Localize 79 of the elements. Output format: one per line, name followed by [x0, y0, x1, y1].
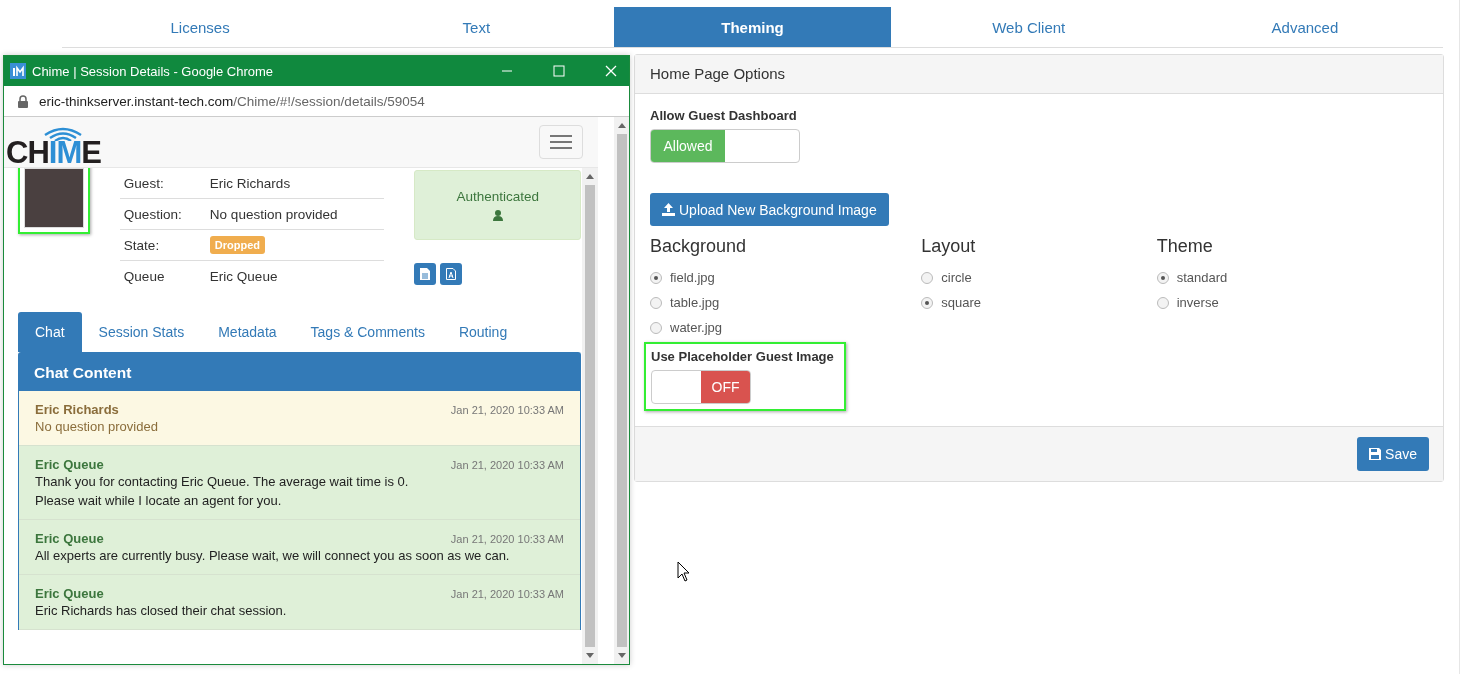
session-tab[interactable]: Tags & Comments: [293, 312, 442, 352]
message-time: Jan 21, 2020 10:33 AM: [450, 404, 564, 416]
message-text: Please wait while I locate an agent for you.: [35, 492, 283, 510]
session-tab[interactable]: Metadata: [201, 312, 294, 352]
radio-label: inverse: [1176, 295, 1219, 310]
group-heading: Theme: [1156, 236, 1214, 257]
message-text: Eric Richards has closed their chat session.: [35, 602, 288, 620]
group-heading: Background: [650, 236, 748, 257]
status-text: Authenticated: [456, 189, 539, 204]
message-text: Thank you for contacting Eric Queue. The average wait time is 0.: [35, 473, 410, 491]
radio-label: standard: [1176, 270, 1228, 285]
detail-label: State:: [123, 237, 161, 253]
radio-button[interactable]: [1156, 271, 1169, 284]
radio-label: water.jpg: [670, 320, 723, 335]
user-icon: [492, 210, 503, 221]
radio-button[interactable]: [921, 271, 934, 284]
pdf-file-icon: [446, 268, 457, 280]
upload-button[interactable]: Upload New Background Image: [650, 193, 889, 226]
save-button[interactable]: Save: [1357, 437, 1429, 471]
maximize-icon[interactable]: [553, 65, 565, 77]
session-tab[interactable]: Session Stats: [81, 312, 202, 352]
app-icon: [10, 63, 26, 79]
settings-tab[interactable]: Theming: [614, 7, 891, 47]
scroll-up-icon[interactable]: [617, 123, 626, 128]
upload-icon: [662, 203, 675, 216]
address-url[interactable]: eric-thinkserver.instant-tech.com/Chime/#!/session/details/59054: [39, 93, 425, 109]
document-button[interactable]: [414, 263, 437, 285]
detail-label: Queue: [123, 268, 166, 284]
sender-name: Eric Richards: [35, 402, 119, 417]
scrollbar[interactable]: [582, 168, 598, 664]
lock-icon: [18, 94, 28, 108]
session-tab[interactable]: Routing: [441, 312, 525, 352]
radio-button[interactable]: [650, 296, 662, 309]
settings-tab[interactable]: Text: [338, 7, 615, 47]
chat-title: Chat Content: [34, 364, 132, 381]
group-heading: Layout: [921, 236, 977, 257]
scroll-down-icon[interactable]: [617, 653, 626, 658]
scroll-up-icon[interactable]: [586, 174, 594, 179]
radio-label: circle: [941, 270, 972, 285]
sender-name: Eric Queue: [35, 457, 104, 472]
scroll-down-icon[interactable]: [586, 653, 594, 658]
menu-button[interactable]: [539, 125, 583, 159]
sender-name: Eric Queue: [35, 586, 104, 601]
pdf-button[interactable]: [440, 263, 463, 285]
radio-button[interactable]: [921, 296, 934, 309]
sender-name: Eric Queue: [35, 531, 104, 546]
scrollbar[interactable]: [614, 117, 629, 664]
detail-value: Eric Richards: [209, 175, 291, 191]
close-icon[interactable]: [605, 65, 617, 77]
chime-logo: CHIME: [6, 125, 101, 167]
message-time: Jan 21, 2020 10:33 AM: [450, 459, 564, 471]
detail-label: Question:: [123, 206, 183, 222]
settings-tab[interactable]: Advanced: [1166, 7, 1443, 47]
radio-label: field.jpg: [670, 270, 715, 285]
radio-button[interactable]: [1156, 296, 1169, 309]
toggle-switch[interactable]: Allowed: [650, 129, 800, 163]
document-icon: [420, 268, 431, 280]
message-text: All experts are currently busy. Please wait, we will connect you as soon as we can.: [35, 547, 511, 565]
radio-button[interactable]: [650, 271, 662, 284]
window-title: Chime | Session Details - Google Chrome: [32, 63, 275, 79]
message-text: No question provided: [35, 418, 159, 436]
detail-value: No question provided: [209, 206, 338, 222]
settings-tab[interactable]: Licenses: [62, 7, 339, 47]
field-label: Allow Guest Dashboard: [650, 108, 798, 123]
session-tab[interactable]: Chat: [18, 312, 82, 352]
toggle-switch[interactable]: OFF: [651, 370, 751, 404]
detail-value: Eric Queue: [209, 268, 278, 284]
radio-button[interactable]: [650, 321, 662, 334]
message-time: Jan 21, 2020 10:33 AM: [450, 533, 564, 545]
settings-tab[interactable]: Web Client: [890, 7, 1167, 47]
menu-icon: [550, 134, 572, 150]
radio-label: table.jpg: [670, 295, 720, 310]
field-label: Use Placeholder Guest Image: [651, 349, 834, 364]
radio-label: square: [941, 295, 982, 310]
mouse-cursor-icon: [677, 561, 690, 582]
message-time: Jan 21, 2020 10:33 AM: [450, 588, 564, 600]
detail-label: Guest:: [123, 175, 165, 191]
state-badge: Dropped: [209, 236, 266, 254]
panel-title: Home Page Options: [650, 65, 786, 82]
